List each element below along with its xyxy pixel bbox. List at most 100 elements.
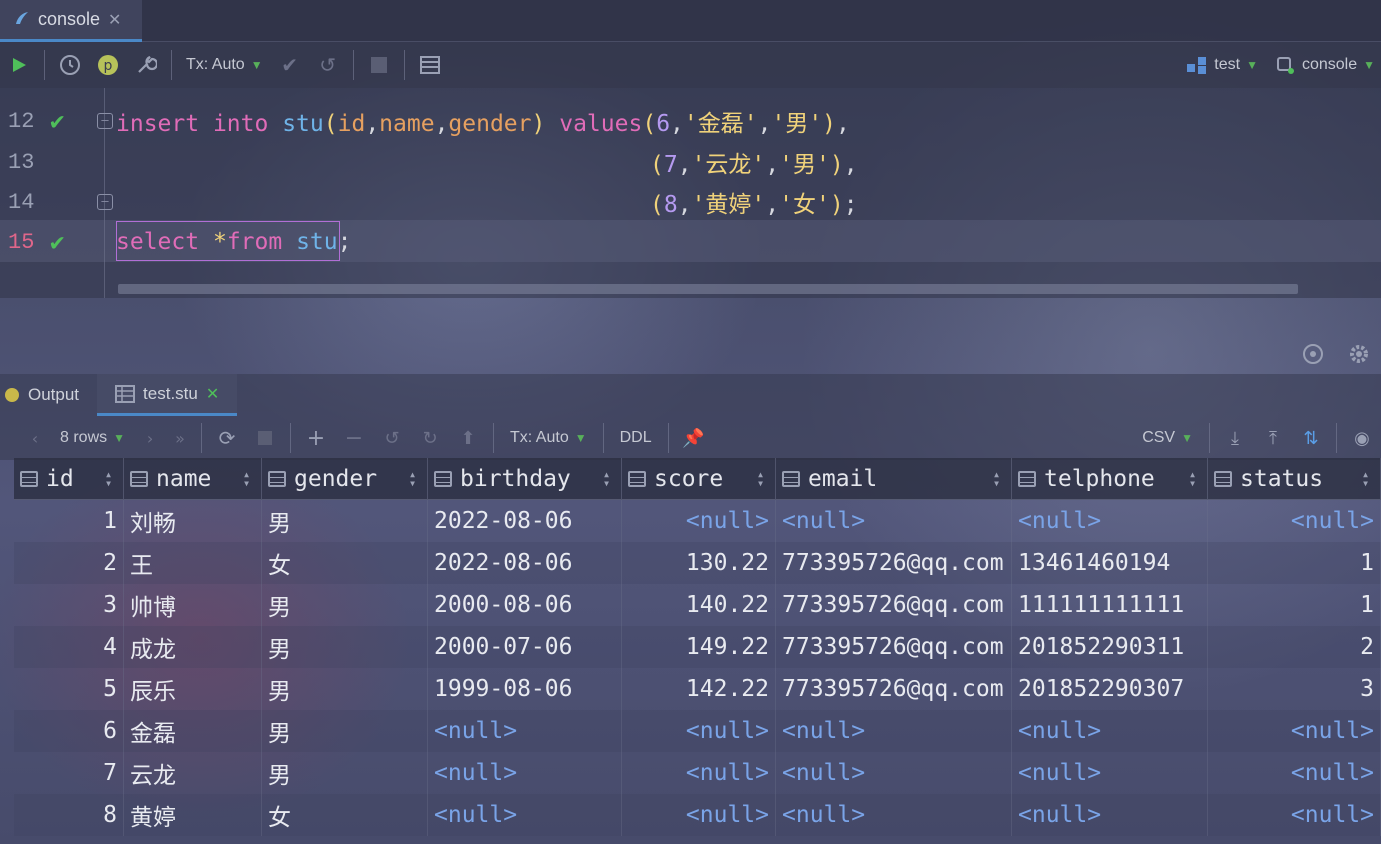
column-header-1[interactable]: name ▲▼ bbox=[124, 458, 262, 500]
table-row[interactable]: 4 成龙男 2000-07-06 149.22 773395726@qq.com 2018… bbox=[14, 626, 1381, 668]
delete-row-button[interactable]: − bbox=[335, 415, 373, 461]
table-row[interactable]: 1 刘畅男 2022-08-06 <null> <null> <null> <null> bbox=[14, 500, 1381, 542]
table-cell[interactable]: 2 bbox=[1208, 626, 1381, 668]
results-layout-button[interactable] bbox=[411, 42, 449, 88]
table-cell[interactable]: <null> bbox=[1208, 710, 1381, 752]
table-cell[interactable]: 149.22 bbox=[622, 626, 776, 668]
table-cell[interactable]: 1 bbox=[14, 500, 124, 542]
ddl-button[interactable]: DDL bbox=[610, 429, 662, 447]
table-cell[interactable]: <null> bbox=[776, 794, 1012, 836]
table-row[interactable]: 2 王女 2022-08-06 130.22 773395726@qq.com 13461… bbox=[14, 542, 1381, 584]
column-header-5[interactable]: email ▲▼ bbox=[776, 458, 1012, 500]
table-cell[interactable]: 刘畅 bbox=[124, 500, 262, 542]
view-button[interactable]: ◉ bbox=[1343, 415, 1381, 461]
table-cell[interactable]: 3 bbox=[1208, 668, 1381, 710]
table-cell[interactable]: <null> bbox=[428, 710, 622, 752]
target-icon[interactable] bbox=[1301, 342, 1325, 366]
table-cell[interactable]: 辰乐 bbox=[124, 668, 262, 710]
table-cell[interactable]: 142.22 bbox=[622, 668, 776, 710]
export-format-dropdown[interactable]: CSV ▼ bbox=[1132, 429, 1203, 447]
settings-button[interactable] bbox=[127, 42, 165, 88]
table-row[interactable]: 5 辰乐男 1999-08-06 142.22 773395726@qq.com 2018… bbox=[14, 668, 1381, 710]
table-cell[interactable]: 1999-08-06 bbox=[428, 668, 622, 710]
table-row[interactable]: 6 金磊男 <null> <null> <null> <null> <null> bbox=[14, 710, 1381, 752]
sort-icon[interactable]: ▲▼ bbox=[992, 470, 1001, 488]
table-cell[interactable]: 2022-08-06 bbox=[428, 500, 622, 542]
history-button[interactable] bbox=[51, 42, 89, 88]
sort-icon[interactable]: ▲▼ bbox=[602, 470, 611, 488]
revert-button[interactable]: ↺ bbox=[373, 415, 411, 461]
table-cell[interactable]: 8 bbox=[14, 794, 124, 836]
table-cell[interactable]: 6 bbox=[14, 710, 124, 752]
add-row-button[interactable]: + bbox=[297, 415, 335, 461]
table-cell[interactable]: 773395726@qq.com bbox=[776, 626, 1012, 668]
row-count-dropdown[interactable]: 8 rows ▼ bbox=[50, 429, 135, 447]
table-row[interactable]: 3 帅博男 2000-08-06 140.22 773395726@qq.com 1111… bbox=[14, 584, 1381, 626]
table-cell[interactable]: 111111111111 bbox=[1012, 584, 1208, 626]
refresh-button[interactable]: ⟳ bbox=[208, 415, 246, 461]
submit-button[interactable]: ⬆ bbox=[449, 415, 487, 461]
sort-icon[interactable]: ▲▼ bbox=[242, 470, 251, 488]
table-cell[interactable]: 男 bbox=[262, 500, 428, 542]
fold-icon[interactable]: – bbox=[97, 194, 113, 210]
run-button[interactable] bbox=[0, 42, 38, 88]
export-button[interactable]: ⤓ bbox=[1216, 415, 1254, 461]
table-cell[interactable]: 男 bbox=[262, 626, 428, 668]
tx-mode-dropdown[interactable]: Tx: Auto ▼ bbox=[178, 56, 271, 74]
tab-test-stu[interactable]: test.stu ✕ bbox=[97, 374, 238, 416]
table-cell[interactable]: <null> bbox=[1012, 710, 1208, 752]
table-cell[interactable]: 201852290311 bbox=[1012, 626, 1208, 668]
stop-button[interactable] bbox=[246, 415, 284, 461]
close-icon[interactable]: ✕ bbox=[108, 10, 121, 29]
table-cell[interactable]: <null> bbox=[1208, 500, 1381, 542]
table-cell[interactable]: 4 bbox=[14, 626, 124, 668]
stop-button[interactable] bbox=[360, 42, 398, 88]
tab-console[interactable]: console ✕ bbox=[0, 0, 142, 42]
close-icon[interactable]: ✕ bbox=[206, 384, 219, 404]
tab-output[interactable]: Output bbox=[0, 374, 97, 416]
column-header-4[interactable]: score ▲▼ bbox=[622, 458, 776, 500]
table-cell[interactable]: 13461460194 bbox=[1012, 542, 1208, 584]
gear-icon[interactable] bbox=[1347, 342, 1371, 366]
column-header-7[interactable]: status ▲▼ bbox=[1208, 458, 1381, 500]
pin-button[interactable]: 📌 bbox=[675, 415, 713, 461]
table-cell[interactable]: <null> bbox=[776, 752, 1012, 794]
horizontal-scrollbar[interactable] bbox=[118, 284, 1298, 294]
last-page-button[interactable]: » bbox=[165, 415, 195, 461]
prev-page-button[interactable]: ‹ bbox=[20, 415, 50, 461]
table-cell[interactable]: 女 bbox=[262, 794, 428, 836]
table-cell[interactable]: 1 bbox=[1208, 584, 1381, 626]
table-cell[interactable]: <null> bbox=[1208, 752, 1381, 794]
table-cell[interactable]: 男 bbox=[262, 584, 428, 626]
column-header-6[interactable]: telphone ▲▼ bbox=[1012, 458, 1208, 500]
sort-icon[interactable]: ▲▼ bbox=[104, 470, 113, 488]
table-cell[interactable]: 金磊 bbox=[124, 710, 262, 752]
table-cell[interactable]: 2022-08-06 bbox=[428, 542, 622, 584]
sort-icon[interactable]: ▲▼ bbox=[408, 470, 417, 488]
table-cell[interactable]: 201852290307 bbox=[1012, 668, 1208, 710]
table-cell[interactable]: <null> bbox=[622, 794, 776, 836]
table-cell[interactable]: 2 bbox=[14, 542, 124, 584]
table-cell[interactable]: <null> bbox=[428, 794, 622, 836]
table-cell[interactable]: <null> bbox=[776, 500, 1012, 542]
column-header-2[interactable]: gender ▲▼ bbox=[262, 458, 428, 500]
sort-icon[interactable]: ▲▼ bbox=[756, 470, 765, 488]
table-cell[interactable]: <null> bbox=[428, 752, 622, 794]
commit-button[interactable]: ✔ bbox=[271, 42, 309, 88]
table-cell[interactable]: <null> bbox=[776, 710, 1012, 752]
table-cell[interactable]: 3 bbox=[14, 584, 124, 626]
table-cell[interactable]: <null> bbox=[1012, 500, 1208, 542]
column-header-0[interactable]: id ▲▼ bbox=[14, 458, 124, 500]
table-row[interactable]: 7 云龙男 <null> <null> <null> <null> <null> bbox=[14, 752, 1381, 794]
table-cell[interactable]: <null> bbox=[1012, 794, 1208, 836]
sort-icon[interactable]: ▲▼ bbox=[1188, 470, 1197, 488]
table-cell[interactable]: 男 bbox=[262, 710, 428, 752]
table-cell[interactable]: 王 bbox=[124, 542, 262, 584]
table-cell[interactable]: 男 bbox=[262, 668, 428, 710]
fold-icon[interactable]: – bbox=[97, 113, 113, 129]
compare-button[interactable]: ⇅ bbox=[1292, 415, 1330, 461]
parameters-button[interactable]: p bbox=[89, 42, 127, 88]
import-button[interactable]: ⤒ bbox=[1254, 415, 1292, 461]
table-cell[interactable]: 帅博 bbox=[124, 584, 262, 626]
table-cell[interactable]: 5 bbox=[14, 668, 124, 710]
